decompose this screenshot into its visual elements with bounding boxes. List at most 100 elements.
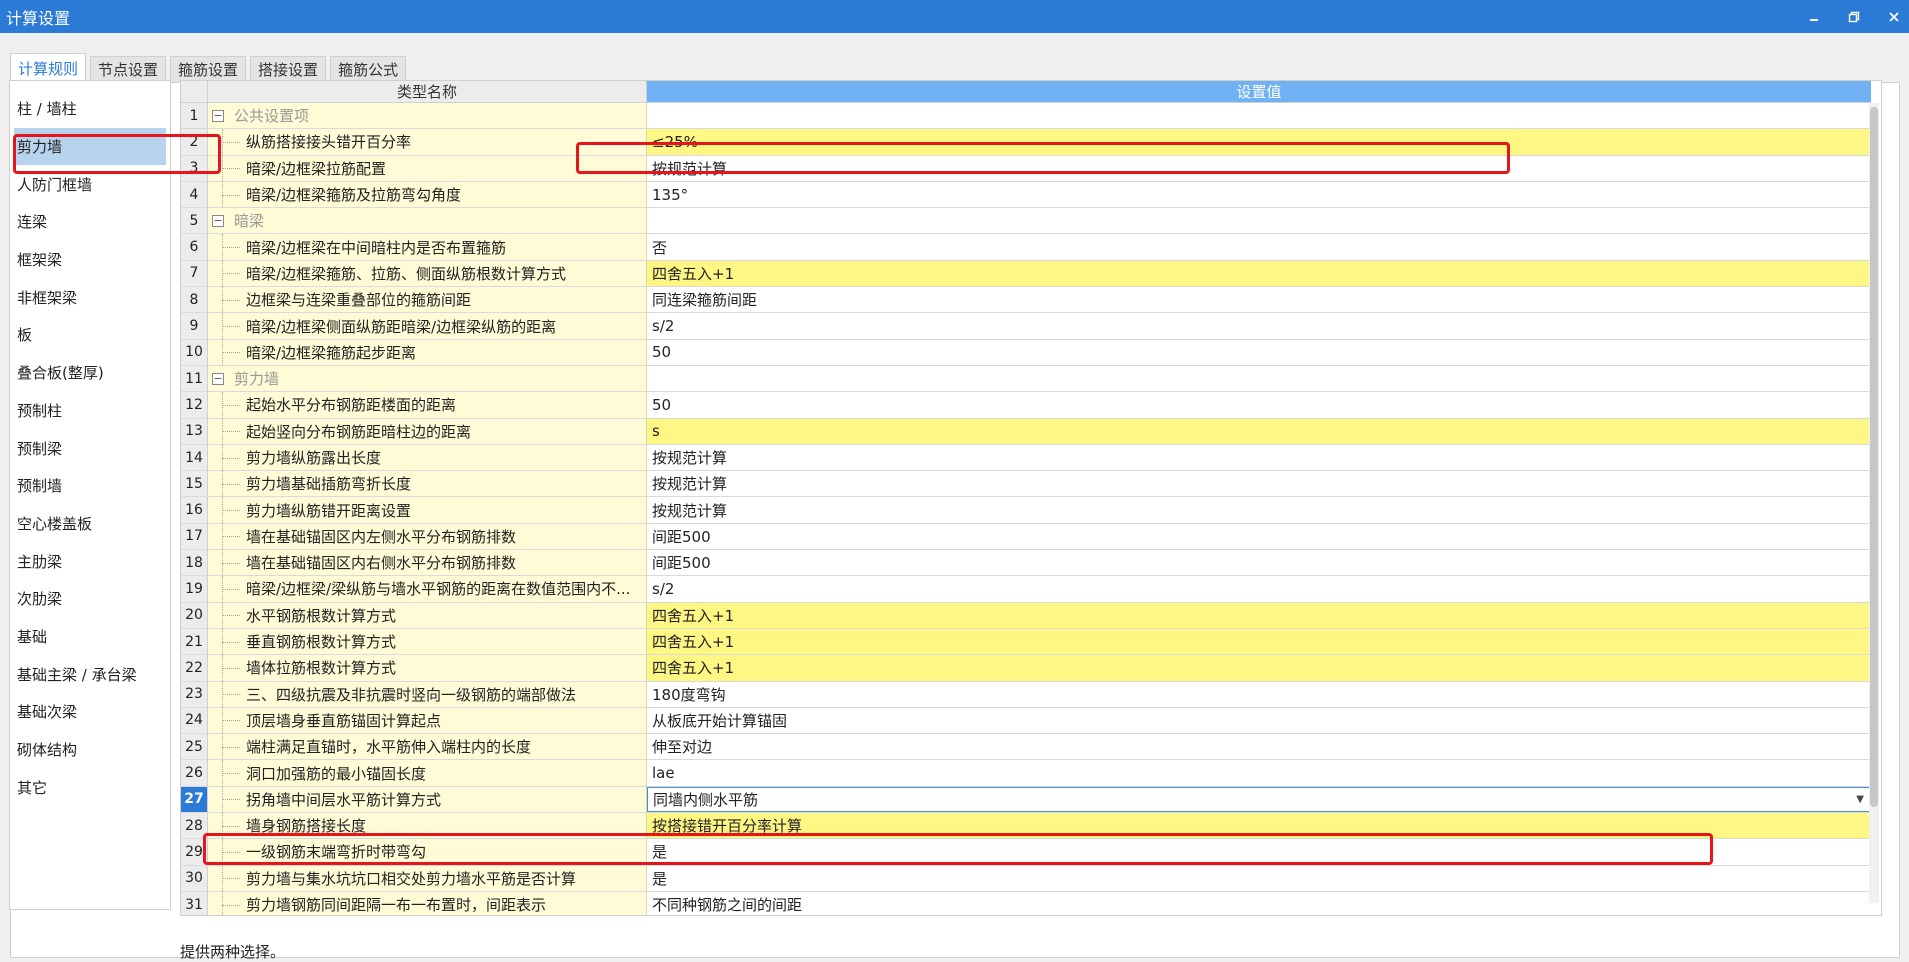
sidebar-item[interactable]: 预制梁 — [10, 429, 170, 467]
group-row[interactable]: 11− 剪力墙 — [181, 365, 1871, 393]
scrollbar-thumb[interactable] — [1870, 107, 1878, 807]
row-setting-value[interactable]: 按规范计算 — [647, 471, 1871, 496]
table-row[interactable]: 13 起始竖向分布钢筋距暗柱边的距离 s — [181, 418, 1871, 445]
table-row[interactable]: 18 墙在基础锚固区内右侧水平分布钢筋排数 间距500 — [181, 550, 1871, 577]
row-setting-value[interactable]: 间距500 — [647, 524, 1871, 549]
collapse-icon[interactable]: − — [212, 215, 224, 228]
table-row[interactable]: 9 暗梁/边框梁侧面纵筋距暗梁/边框梁纵筋的距离 s/2 — [181, 313, 1871, 340]
row-setting-value[interactable]: s/2 — [647, 313, 1871, 338]
sidebar-item[interactable]: 柱 / 墙柱 — [10, 90, 170, 128]
row-setting-value[interactable]: 间距500 — [647, 550, 1871, 575]
table-row[interactable]: 3 暗梁/边框梁拉筋配置 按规范计算 — [181, 155, 1871, 182]
row-setting-value[interactable]: s — [647, 418, 1871, 444]
sidebar-item[interactable]: 砌体结构 — [10, 731, 170, 769]
table-row[interactable]: 10 暗梁/边框梁箍筋起步距离 50 — [181, 339, 1871, 366]
sidebar-item[interactable]: 主肋梁 — [10, 542, 170, 580]
group-row[interactable]: 5− 暗梁 — [181, 208, 1871, 235]
sidebar-item[interactable]: 板 — [10, 316, 170, 354]
row-setting-value[interactable]: 同墙内侧水平筋 ▼ — [647, 786, 1871, 813]
table-row[interactable]: 7 暗梁/边框梁箍筋、拉筋、侧面纵筋根数计算方式 四舍五入+1 — [181, 260, 1871, 288]
row-setting-value[interactable]: 180度弯钩 — [647, 682, 1871, 707]
row-setting-value[interactable]: 不同种钢筋之间的间距 — [647, 892, 1871, 915]
table-row[interactable]: 29 一级钢筋末端弯折时带弯勾 是 — [181, 839, 1871, 866]
sidebar-item[interactable]: 框架梁 — [10, 241, 170, 279]
table-row[interactable]: 30 剪力墙与集水坑坑口相交处剪力墙水平筋是否计算 是 — [181, 865, 1871, 892]
row-number: 6 — [181, 234, 208, 260]
row-value-text: 四舍五入+1 — [652, 264, 735, 283]
table-row[interactable]: 28 墙身钢筋搭接长度 按搭接错开百分率计算 — [181, 813, 1871, 840]
sidebar-item[interactable]: 其它 — [10, 768, 170, 806]
row-number: 15 — [181, 471, 208, 497]
sidebar-item[interactable]: 空心楼盖板 — [10, 505, 170, 543]
sidebar-item[interactable]: 预制柱 — [10, 392, 170, 430]
row-setting-value[interactable]: 四舍五入+1 — [647, 260, 1871, 287]
row-type-name: 剪力墙基础插筋弯折长度 — [208, 471, 647, 497]
row-setting-value[interactable]: 是 — [647, 866, 1871, 891]
row-setting-value[interactable]: lae — [647, 760, 1871, 785]
table-row[interactable]: 14 剪力墙纵筋露出长度 按规范计算 — [181, 444, 1871, 472]
row-value-text: 按搭接错开百分率计算 — [652, 817, 803, 836]
dropdown-arrow-icon[interactable]: ▼ — [1856, 794, 1864, 805]
sidebar-item[interactable]: 剪力墙 — [14, 127, 166, 166]
row-setting-value[interactable]: 50 — [647, 340, 1871, 365]
table-row[interactable]: 20 水平钢筋根数计算方式 四舍五入+1 — [181, 602, 1871, 629]
table-row[interactable]: 23 三、四级抗震及非抗震时竖向一级钢筋的端部做法 180度弯钩 — [181, 681, 1871, 708]
table-row[interactable]: 25 端柱满足直锚时，水平筋伸入端柱内的长度 伸至对边 — [181, 734, 1871, 761]
table-row[interactable]: 6 暗梁/边框梁在中间暗柱内是否布置箍筋 否 — [181, 234, 1871, 261]
sidebar-item[interactable]: 连梁 — [10, 203, 170, 241]
table-row[interactable]: 15 剪力墙基础插筋弯折长度 按规范计算 — [181, 471, 1871, 498]
sidebar-item[interactable]: 非框架梁 — [10, 278, 170, 316]
row-setting-value[interactable]: 四舍五入+1 — [647, 655, 1871, 681]
row-setting-value[interactable]: 按规范计算 — [647, 445, 1871, 470]
row-number: 11 — [181, 365, 208, 392]
table-row[interactable]: 22 墙体拉筋根数计算方式 四舍五入+1 — [181, 655, 1871, 682]
tab-stirrup-settings[interactable]: 箍筋设置 — [170, 56, 247, 83]
row-setting-value[interactable]: 按搭接错开百分率计算 — [647, 813, 1871, 839]
sidebar-item[interactable]: 预制墙 — [10, 467, 170, 505]
row-setting-value[interactable]: 从板底开始计算锚固 — [647, 708, 1871, 733]
sidebar-item[interactable]: 基础次梁 — [10, 693, 170, 731]
row-type-name: 墙身钢筋搭接长度 — [208, 813, 647, 839]
table-row[interactable]: 4 暗梁/边框梁箍筋及拉筋弯勾角度 135° — [181, 181, 1871, 209]
group-row[interactable]: 1− 公共设置项 — [181, 103, 1871, 130]
row-setting-value[interactable]: 四舍五入+1 — [647, 628, 1871, 655]
restore-icon[interactable] — [1845, 8, 1863, 26]
table-row[interactable]: 12 起始水平分布钢筋距楼面的距离 50 — [181, 392, 1871, 419]
collapse-icon[interactable]: − — [212, 110, 224, 122]
table-row[interactable]: 19 暗梁/边框梁/梁纵筋与墙水平钢筋的距离在数值范围内不... s/2 — [181, 576, 1871, 603]
row-number: 26 — [181, 760, 208, 786]
table-row[interactable]: 8 边框梁与连梁重叠部位的箍筋间距 同连梁箍筋间距 — [181, 287, 1871, 314]
row-setting-value[interactable]: 按规范计算 — [647, 156, 1871, 181]
close-icon[interactable] — [1885, 8, 1903, 26]
row-setting-value[interactable]: 是 — [647, 839, 1871, 864]
vertical-scrollbar[interactable] — [1869, 103, 1879, 903]
row-setting-value[interactable]: 按规范计算 — [647, 497, 1871, 522]
collapse-icon[interactable]: − — [212, 372, 224, 385]
sidebar-item[interactable]: 次肋梁 — [10, 580, 170, 618]
row-setting-value[interactable]: 四舍五入+1 — [647, 602, 1871, 628]
tab-node-settings[interactable]: 节点设置 — [90, 56, 167, 83]
minimize-icon[interactable] — [1805, 8, 1823, 26]
row-setting-value[interactable]: 135° — [647, 182, 1871, 207]
table-row[interactable]: 27 拐角墙中间层水平筋计算方式 同墙内侧水平筋 ▼ — [181, 786, 1871, 814]
tab-calc-rules[interactable]: 计算规则 — [10, 53, 87, 83]
table-row[interactable]: 21 垂直钢筋根数计算方式 四舍五入+1 — [181, 628, 1871, 656]
sidebar-item[interactable]: 叠合板(整厚) — [10, 354, 170, 392]
table-row[interactable]: 31 剪力墙钢筋同间距隔一布一布置时，间距表示 不同种钢筋之间的间距 — [181, 891, 1871, 915]
table-row[interactable]: 17 墙在基础锚固区内左侧水平分布钢筋排数 间距500 — [181, 523, 1871, 551]
row-setting-value[interactable]: 否 — [647, 234, 1871, 259]
tab-lap-settings[interactable]: 搭接设置 — [250, 56, 327, 83]
table-row[interactable]: 26 洞口加强筋的最小锚固长度 lae — [181, 760, 1871, 787]
row-setting-value[interactable]: 同连梁箍筋间距 — [647, 287, 1871, 312]
row-setting-value[interactable]: ≤25% — [647, 129, 1871, 155]
sidebar-item[interactable]: 人防门框墙 — [10, 165, 170, 203]
row-setting-value[interactable]: s/2 — [647, 576, 1871, 601]
table-row[interactable]: 24 顶层墙身垂直筋锚固计算起点 从板底开始计算锚固 — [181, 707, 1871, 735]
table-row[interactable]: 2 纵筋搭接接头错开百分率 ≤25% — [181, 129, 1871, 156]
row-setting-value[interactable]: 伸至对边 — [647, 734, 1871, 759]
table-row[interactable]: 16 剪力墙纵筋错开距离设置 按规范计算 — [181, 497, 1871, 524]
row-setting-value[interactable]: 50 — [647, 392, 1871, 417]
sidebar-item[interactable]: 基础 — [10, 618, 170, 656]
sidebar-item[interactable]: 基础主梁 / 承台梁 — [10, 655, 170, 693]
tab-stirrup-formula[interactable]: 箍筋公式 — [330, 56, 407, 83]
